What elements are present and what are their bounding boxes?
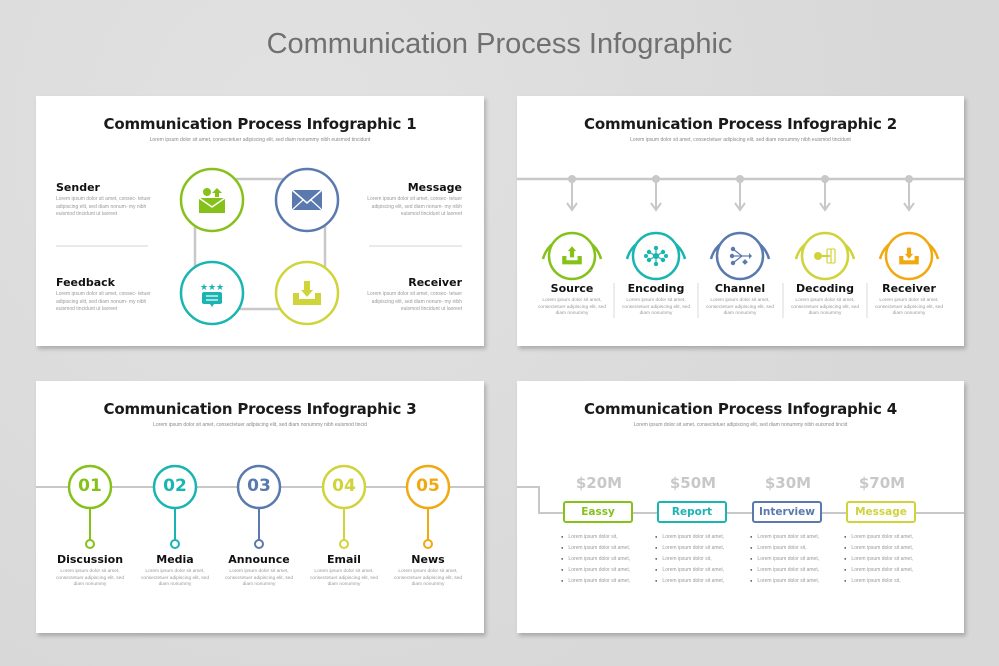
- step-receiver: [878, 175, 940, 281]
- step-channel: [709, 175, 771, 281]
- step-encoding: [625, 175, 687, 281]
- bullet-item: Lorem ipsum dolor sit amet,: [561, 565, 651, 576]
- step-number: 05: [416, 476, 440, 496]
- label-sender: Sender: [56, 181, 100, 194]
- bullet-list: Lorem ipsum dolor sit amet,Lorem ipsum d…: [655, 532, 745, 587]
- step-text: Lorem ipsum dolor sit amet, consectetuer…: [622, 298, 690, 317]
- envelope-icon: [291, 189, 323, 211]
- bullet-item: Lorem ipsum dolor sit amet,: [750, 565, 840, 576]
- step-source: [541, 175, 603, 281]
- step-label: Announce: [228, 553, 290, 566]
- bullet-item: Lorem ipsum dolor sit,: [655, 554, 745, 565]
- svg-text:★: ★: [200, 282, 208, 292]
- bullet-item: Lorem ipsum dolor sit amet,: [750, 554, 840, 565]
- amount-value: $30M: [764, 474, 812, 492]
- slide-2[interactable]: Communication Process Infographic 2 Lore…: [517, 96, 964, 346]
- category-box[interactable]: Eassy: [563, 501, 633, 523]
- bullet-item: Lorem ipsum dolor sit amet,: [561, 554, 651, 565]
- amount-value: $70M: [858, 474, 906, 492]
- step-label: Discussion: [56, 553, 124, 566]
- bullet-list: Lorem ipsum dolor sit amet,Lorem ipsum d…: [844, 532, 934, 587]
- step-number: 02: [163, 476, 187, 496]
- bullet-item: Lorem ipsum dolor sit amet,: [750, 532, 840, 543]
- text-feedback: Lorem ipsum dolor sit amet, consec- tetu…: [56, 291, 151, 312]
- node-feedback: ★ ★ ★: [179, 260, 245, 326]
- node-sender: [179, 167, 245, 233]
- bullet-item: Lorem ipsum dolor sit amet,: [844, 554, 934, 565]
- label-receiver: Receiver: [408, 276, 462, 289]
- svg-text:★: ★: [208, 282, 216, 292]
- step-text: Lorem ipsum dolor sit amet, consectetuer…: [875, 298, 943, 317]
- step-label: Email: [327, 553, 361, 566]
- step-text: Lorem ipsum dolor sit amet, consectetuer…: [791, 298, 859, 317]
- step-label: Source: [550, 282, 594, 295]
- step-label: Media: [156, 553, 194, 566]
- text-sender: Lorem ipsum dolor sit amet, consec- tetu…: [56, 196, 151, 217]
- step-number: 03: [247, 476, 271, 496]
- rating-stars-icon: ★ ★ ★: [200, 282, 224, 307]
- step-decoding: [794, 175, 856, 281]
- amount-value: $20M: [575, 474, 623, 492]
- slide-3[interactable]: Communication Process Infographic 3 Lore…: [36, 381, 484, 633]
- step-text: Lorem ipsum dolor sit amet, consectetuer…: [56, 569, 124, 588]
- bullet-list: Lorem ipsum dolor sit,Lorem ipsum dolor …: [561, 532, 651, 587]
- step-text: Lorem ipsum dolor sit amet, consectetuer…: [538, 298, 606, 317]
- bullet-item: Lorem ipsum dolor sit amet,: [561, 576, 651, 587]
- text-message: Lorem ipsum dolor sit amet, consec- tetu…: [367, 196, 462, 217]
- bullet-item: Lorem ipsum dolor sit amet,: [655, 532, 745, 543]
- step-label: News: [411, 553, 445, 566]
- bullet-item: Lorem ipsum dolor sit amet,: [844, 565, 934, 576]
- step-text: Lorem ipsum dolor sit amet, consectetuer…: [141, 569, 209, 588]
- bullet-item: Lorem ipsum dolor sit amet,: [655, 543, 745, 554]
- step-label: Channel: [714, 282, 766, 295]
- step-text: Lorem ipsum dolor sit amet, consectetuer…: [310, 569, 378, 588]
- category-box[interactable]: Report: [657, 501, 727, 523]
- bullet-list: Lorem ipsum dolor sit amet,Lorem ipsum d…: [750, 532, 840, 587]
- bullet-item: Lorem ipsum dolor sit amet,: [750, 576, 840, 587]
- timeline-diagram: [36, 464, 484, 549]
- step-text: Lorem ipsum dolor sit amet, consectetuer…: [225, 569, 293, 588]
- bullet-item: Lorem ipsum dolor sit amet,: [844, 532, 934, 543]
- stem-dot: [339, 539, 349, 549]
- slide-1[interactable]: Communication Process Infographic 1 Lore…: [36, 96, 484, 346]
- step-number: 04: [332, 476, 356, 496]
- slide-4[interactable]: Communication Process Infographic 4 Lore…: [517, 381, 964, 633]
- page-title: Communication Process Infographic: [266, 28, 733, 60]
- stem-dot: [170, 539, 180, 549]
- stem-dot: [254, 539, 264, 549]
- bullet-item: Lorem ipsum dolor sit,: [844, 576, 934, 587]
- stem-dot: [85, 539, 95, 549]
- category-box[interactable]: Interview: [752, 501, 822, 523]
- label-feedback: Feedback: [56, 276, 115, 289]
- step-label: Encoding: [627, 282, 685, 295]
- bullet-item: Lorem ipsum dolor sit amet,: [655, 576, 745, 587]
- step-number: 01: [78, 476, 102, 496]
- node-receiver: [274, 260, 340, 326]
- bullet-item: Lorem ipsum dolor sit amet,: [561, 543, 651, 554]
- bullet-item: Lorem ipsum dolor sit amet,: [844, 543, 934, 554]
- category-box[interactable]: Message: [846, 501, 916, 523]
- step-text: Lorem ipsum dolor sit amet, consectetuer…: [706, 298, 774, 317]
- text-receiver: Lorem ipsum dolor sit amet, consec- tetu…: [367, 291, 462, 312]
- step-text: Lorem ipsum dolor sit amet, consectetuer…: [394, 569, 462, 588]
- label-message: Message: [407, 181, 462, 194]
- bullet-item: Lorem ipsum dolor sit,: [561, 532, 651, 543]
- svg-text:★: ★: [216, 282, 224, 292]
- amount-value: $50M: [669, 474, 717, 492]
- bullet-item: Lorem ipsum dolor sit amet,: [655, 565, 745, 576]
- node-message: [274, 167, 340, 233]
- step-label: Decoding: [795, 282, 855, 295]
- bullet-item: Lorem ipsum dolor sit,: [750, 543, 840, 554]
- step-label: Receiver: [882, 282, 936, 295]
- stem-dot: [423, 539, 433, 549]
